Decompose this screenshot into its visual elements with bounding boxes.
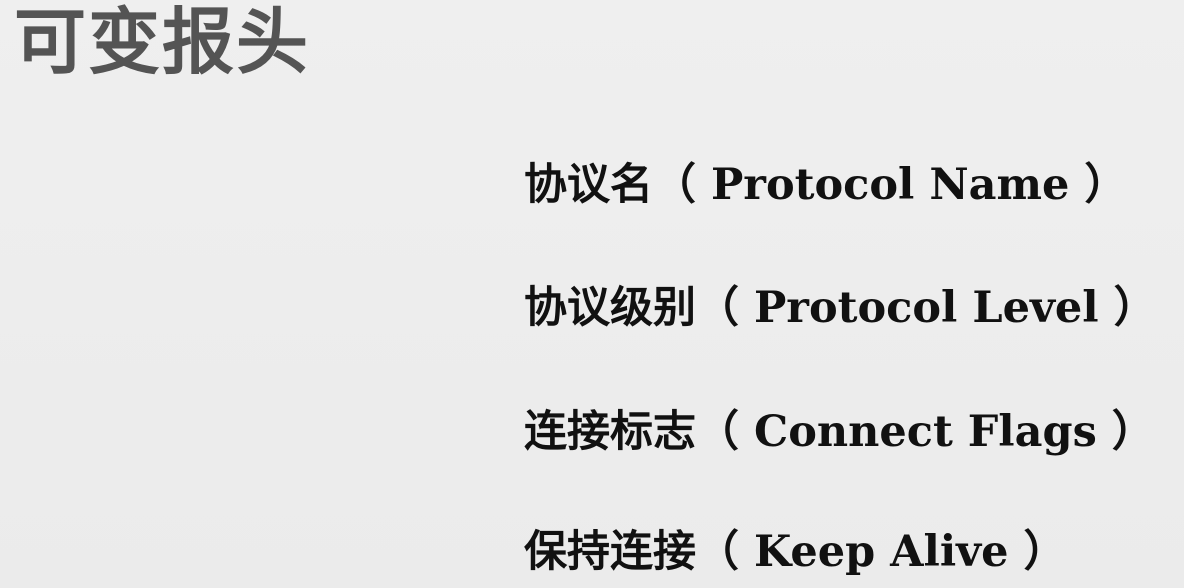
field-list: 协议名（ Protocol Name ） 协议级别（ Protocol Leve… xyxy=(524,0,1184,588)
field-item-connect-flags: 连接标志（ Connect Flags ） xyxy=(524,407,1155,457)
field-item-keep-alive: 保持连接（ Keep Alive ） xyxy=(524,527,1067,577)
field-item-protocol-name: 协议名（ Protocol Name ） xyxy=(524,160,1128,210)
slide-title: 可变报头 xyxy=(14,0,311,84)
field-item-protocol-level: 协议级别（ Protocol Level ） xyxy=(524,283,1157,333)
slide: 可变报头 协议名（ Protocol Name ） 协议级别（ Protocol… xyxy=(0,0,1184,588)
